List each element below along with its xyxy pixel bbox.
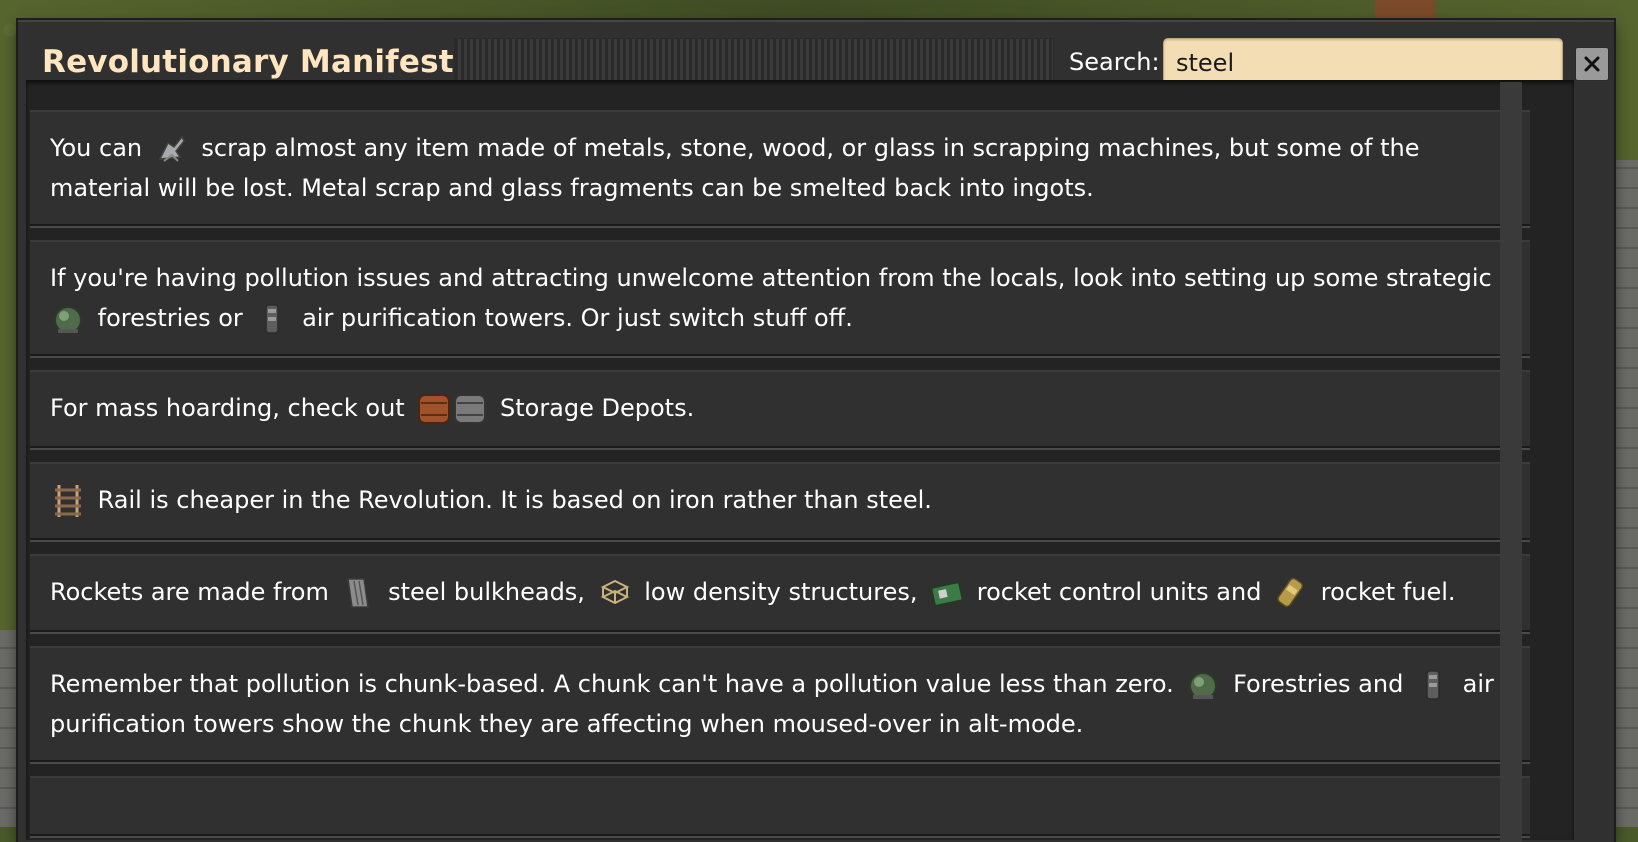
- scrap-icon: [154, 131, 190, 167]
- tip-text: If you're having pollution issues and at…: [50, 264, 1492, 292]
- tip-text: Forestries and: [1233, 670, 1404, 698]
- tip-text: Storage Depots.: [499, 394, 695, 422]
- tip-entry: Remember that pollution is chunk-based. …: [30, 646, 1530, 762]
- tip-text: Rail is cheaper in the Revolution. It is…: [97, 486, 932, 514]
- air-purifier-icon: [1415, 667, 1451, 703]
- low-density-structure-icon: [597, 575, 633, 611]
- forestry-icon: [1185, 667, 1221, 703]
- tip-text: rocket fuel.: [1320, 578, 1456, 606]
- tip-entry: [30, 776, 1530, 836]
- tip-text: steel bulkheads,: [388, 578, 585, 606]
- drag-handle[interactable]: [454, 38, 1054, 86]
- building: [1375, 0, 1435, 20]
- tip-text: scrap almost any item made of metals, st…: [50, 134, 1420, 202]
- steel-bulkhead-icon: [340, 575, 376, 611]
- tip-entry: Rockets are made from steel bulkheads, l…: [30, 554, 1530, 632]
- rocket-control-unit-icon: [929, 575, 965, 611]
- air-purifier-icon: [254, 301, 290, 337]
- tip-text: low density structures,: [644, 578, 918, 606]
- tip-entry: You can scrap almost any item made of me…: [30, 110, 1530, 226]
- forestry-icon: [50, 301, 86, 337]
- tip-entry: Rail is cheaper in the Revolution. It is…: [30, 462, 1530, 540]
- tip-text: forestries or: [97, 304, 243, 332]
- rocket-fuel-icon: [1273, 575, 1309, 611]
- storage-depot-steel-icon: [452, 391, 488, 427]
- tip-text: You can: [50, 134, 143, 162]
- scrollbar[interactable]: [1500, 82, 1522, 842]
- tip-text: Remember that pollution is chunk-based. …: [50, 670, 1174, 698]
- tip-entry: For mass hoarding, check out Storage Dep…: [30, 370, 1530, 448]
- tip-entry: If you're having pollution issues and at…: [30, 240, 1530, 356]
- tip-text: rocket control units and: [976, 578, 1262, 606]
- search-label: Search:: [1069, 48, 1160, 76]
- tip-text: Rockets are made from: [50, 578, 329, 606]
- tip-text: For mass hoarding, check out: [50, 394, 405, 422]
- window-title: Revolutionary Manifesto: [42, 44, 476, 80]
- tip-text: air purification towers. Or just switch …: [302, 304, 853, 332]
- close-icon: [1584, 56, 1600, 72]
- close-button[interactable]: [1575, 47, 1609, 81]
- storage-depot-copper-icon: [416, 391, 452, 427]
- stone-path: [0, 630, 20, 827]
- rail-icon: [50, 483, 86, 519]
